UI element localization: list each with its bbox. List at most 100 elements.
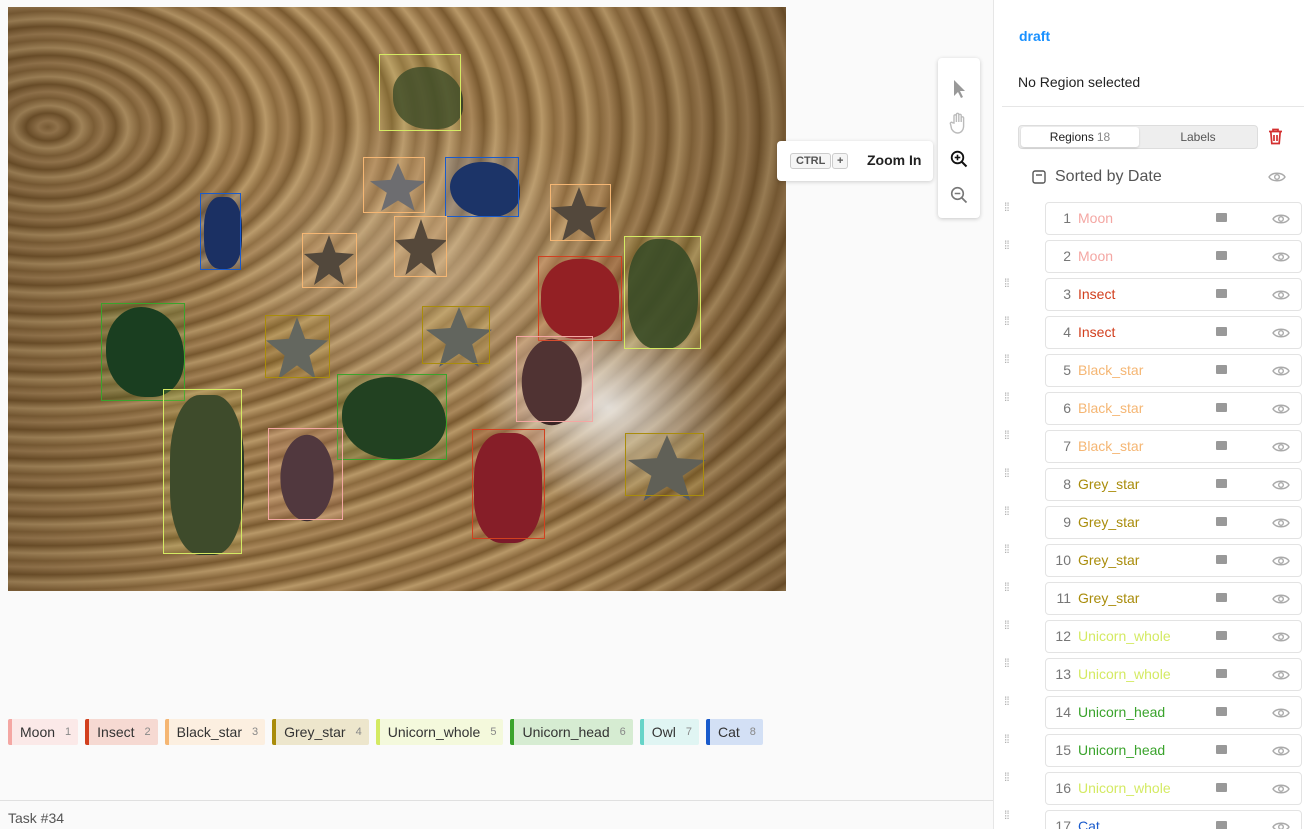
toggle-all-visibility-button[interactable]: [1268, 170, 1286, 188]
region-box-black-star[interactable]: [363, 157, 425, 213]
label-chip-black-star[interactable]: Black_star 3: [164, 719, 266, 745]
region-list-item[interactable]: ⁞⁞ 3 Insect: [1002, 277, 1304, 316]
region-box-unicorn-whole[interactable]: [624, 236, 701, 349]
region-row[interactable]: 6 Black_star: [1045, 392, 1302, 425]
region-list-item[interactable]: ⁞⁞ 15 Unicorn_head: [1002, 733, 1304, 772]
region-box-insect[interactable]: [472, 429, 545, 539]
tab-labels[interactable]: Labels: [1139, 127, 1257, 147]
region-visibility-button[interactable]: [1272, 744, 1290, 762]
region-list-item[interactable]: ⁞⁞ 5 Black_star: [1002, 353, 1304, 392]
region-row[interactable]: 1 Moon: [1045, 202, 1302, 235]
region-box-unicorn-head[interactable]: [337, 374, 447, 460]
region-box-cat[interactable]: [445, 157, 519, 217]
label-chip-grey-star[interactable]: Grey_star 4: [272, 719, 369, 745]
zoom-out-button[interactable]: [946, 182, 972, 208]
region-list-item[interactable]: ⁞⁞ 7 Black_star: [1002, 429, 1304, 468]
region-row[interactable]: 14 Unicorn_head: [1045, 696, 1302, 729]
label-chip-unicorn-whole[interactable]: Unicorn_whole 5: [375, 719, 504, 745]
region-list-item[interactable]: ⁞⁞ 16 Unicorn_whole: [1002, 771, 1304, 810]
select-tool-button[interactable]: [946, 76, 972, 102]
region-list-item[interactable]: ⁞⁞ 2 Moon: [1002, 239, 1304, 278]
label-chip-unicorn-head[interactable]: Unicorn_head 6: [510, 719, 633, 745]
region-row[interactable]: 8 Grey_star: [1045, 468, 1302, 501]
region-list-item[interactable]: ⁞⁞ 4 Insect: [1002, 315, 1304, 354]
region-visibility-button[interactable]: [1272, 592, 1290, 610]
drag-handle-icon[interactable]: ⁞⁞: [1004, 391, 1014, 403]
region-list-item[interactable]: ⁞⁞ 8 Grey_star: [1002, 467, 1304, 506]
region-box-grey-star[interactable]: [422, 306, 490, 364]
region-visibility-button[interactable]: [1272, 364, 1290, 382]
label-chip-insect[interactable]: Insect 2: [85, 719, 158, 745]
region-box-cat[interactable]: [200, 193, 241, 270]
drag-handle-icon[interactable]: ⁞⁞: [1004, 809, 1014, 821]
region-box-unicorn-whole[interactable]: [163, 389, 242, 554]
region-row[interactable]: 2 Moon: [1045, 240, 1302, 273]
drag-handle-icon[interactable]: ⁞⁞: [1004, 353, 1014, 365]
drag-handle-icon[interactable]: ⁞⁞: [1004, 733, 1014, 745]
region-visibility-button[interactable]: [1272, 288, 1290, 306]
region-visibility-button[interactable]: [1272, 440, 1290, 458]
region-visibility-button[interactable]: [1272, 668, 1290, 686]
region-box-insect[interactable]: [538, 256, 622, 341]
drag-handle-icon[interactable]: ⁞⁞: [1004, 543, 1014, 555]
region-row[interactable]: 3 Insect: [1045, 278, 1302, 311]
zoom-in-button[interactable]: [946, 146, 972, 172]
region-list-item[interactable]: ⁞⁞ 1 Moon: [1002, 201, 1304, 240]
drag-handle-icon[interactable]: ⁞⁞: [1004, 277, 1014, 289]
region-list-item[interactable]: ⁞⁞ 10 Grey_star: [1002, 543, 1304, 582]
label-chip-owl[interactable]: Owl 7: [639, 719, 699, 745]
draft-link[interactable]: draft: [1019, 28, 1050, 44]
label-chip-cat[interactable]: Cat 8: [706, 719, 763, 745]
drag-handle-icon[interactable]: ⁞⁞: [1004, 467, 1014, 479]
region-list-item[interactable]: ⁞⁞ 9 Grey_star: [1002, 505, 1304, 544]
region-list-item[interactable]: ⁞⁞ 17 Cat: [1002, 809, 1304, 829]
region-row[interactable]: 13 Unicorn_whole: [1045, 658, 1302, 691]
drag-handle-icon[interactable]: ⁞⁞: [1004, 429, 1014, 441]
region-row[interactable]: 4 Insect: [1045, 316, 1302, 349]
region-row[interactable]: 15 Unicorn_head: [1045, 734, 1302, 767]
drag-handle-icon[interactable]: ⁞⁞: [1004, 315, 1014, 327]
region-row[interactable]: 5 Black_star: [1045, 354, 1302, 387]
region-box-unicorn-head[interactable]: [101, 303, 185, 401]
region-visibility-button[interactable]: [1272, 326, 1290, 344]
region-row[interactable]: 16 Unicorn_whole: [1045, 772, 1302, 805]
region-visibility-button[interactable]: [1272, 554, 1290, 572]
region-visibility-button[interactable]: [1272, 706, 1290, 724]
region-box-unicorn-whole[interactable]: [379, 54, 461, 131]
tab-regions[interactable]: Regions 18: [1021, 127, 1139, 147]
region-box-moon[interactable]: [516, 336, 593, 422]
region-visibility-button[interactable]: [1272, 402, 1290, 420]
region-visibility-button[interactable]: [1272, 212, 1290, 230]
region-row[interactable]: 11 Grey_star: [1045, 582, 1302, 615]
region-box-black-star[interactable]: [550, 184, 611, 241]
region-visibility-button[interactable]: [1272, 478, 1290, 496]
drag-handle-icon[interactable]: ⁞⁞: [1004, 201, 1014, 213]
pan-tool-button[interactable]: [946, 110, 972, 136]
region-visibility-button[interactable]: [1272, 782, 1290, 800]
region-row[interactable]: 17 Cat: [1045, 810, 1302, 829]
region-list-item[interactable]: ⁞⁞ 6 Black_star: [1002, 391, 1304, 430]
region-row[interactable]: 10 Grey_star: [1045, 544, 1302, 577]
region-row[interactable]: 7 Black_star: [1045, 430, 1302, 463]
region-visibility-button[interactable]: [1272, 820, 1290, 829]
drag-handle-icon[interactable]: ⁞⁞: [1004, 505, 1014, 517]
annotation-image[interactable]: [8, 7, 786, 591]
label-chip-moon[interactable]: Moon 1: [8, 719, 79, 745]
delete-all-regions-button[interactable]: [1268, 128, 1283, 150]
region-row[interactable]: 9 Grey_star: [1045, 506, 1302, 539]
region-list-item[interactable]: ⁞⁞ 11 Grey_star: [1002, 581, 1304, 620]
region-box-black-star[interactable]: [394, 216, 447, 277]
drag-handle-icon[interactable]: ⁞⁞: [1004, 771, 1014, 783]
drag-handle-icon[interactable]: ⁞⁞: [1004, 619, 1014, 631]
region-visibility-button[interactable]: [1272, 516, 1290, 534]
region-row[interactable]: 12 Unicorn_whole: [1045, 620, 1302, 653]
region-visibility-button[interactable]: [1272, 630, 1290, 648]
drag-handle-icon[interactable]: ⁞⁞: [1004, 657, 1014, 669]
region-list-item[interactable]: ⁞⁞ 12 Unicorn_whole: [1002, 619, 1304, 658]
drag-handle-icon[interactable]: ⁞⁞: [1004, 695, 1014, 707]
region-list-item[interactable]: ⁞⁞ 14 Unicorn_head: [1002, 695, 1304, 734]
drag-handle-icon[interactable]: ⁞⁞: [1004, 581, 1014, 593]
region-box-black-star[interactable]: [302, 233, 357, 288]
drag-handle-icon[interactable]: ⁞⁞: [1004, 239, 1014, 251]
sort-control[interactable]: Sorted by Date: [1030, 168, 1298, 188]
